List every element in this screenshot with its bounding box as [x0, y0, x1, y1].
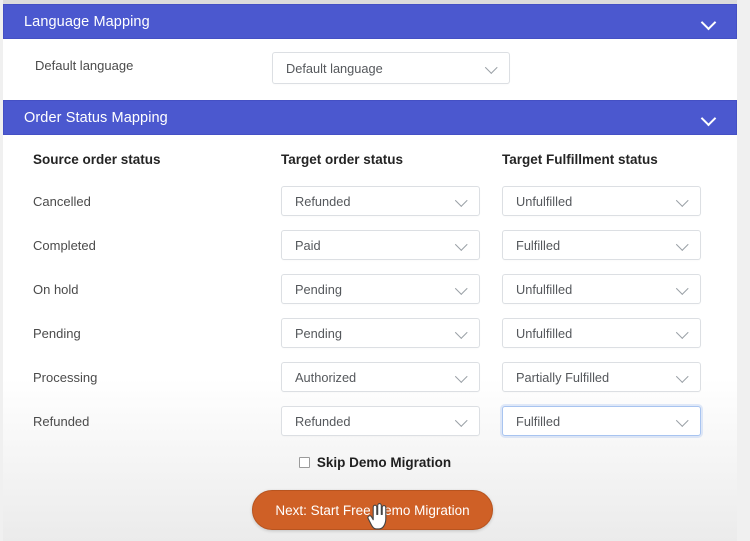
target-fulfillment-status-select-value: Unfulfilled	[516, 193, 573, 209]
target-order-status-select[interactable]: Refunded	[281, 186, 480, 216]
skip-demo-migration-label[interactable]: Skip Demo Migration	[317, 455, 451, 470]
chevron-down-icon	[455, 195, 469, 207]
target-fulfillment-status-select-value: Fulfilled	[516, 237, 561, 253]
chevron-down-icon	[676, 283, 690, 295]
skip-demo-migration-checkbox[interactable]	[298, 456, 310, 468]
chevron-down-icon[interactable]	[700, 112, 718, 124]
table-row: On hold Pending Unfulfilled	[0, 270, 750, 314]
skip-demo-migration-row: Skip Demo Migration	[0, 450, 750, 474]
next-start-free-demo-migration-button[interactable]: Next: Start Free Demo Migration	[252, 490, 493, 530]
target-order-status-select[interactable]: Pending	[281, 318, 480, 348]
chevron-down-icon	[455, 327, 469, 339]
target-order-status-select-value: Pending	[295, 281, 342, 297]
table-row: Processing Authorized Partially Fulfilled	[0, 358, 750, 402]
target-fulfillment-status-select-value: Partially Fulfilled	[516, 369, 610, 385]
default-language-select[interactable]: Default language	[272, 52, 510, 84]
table-row: Completed Paid Fulfilled	[0, 226, 750, 270]
target-order-status-select[interactable]: Pending	[281, 274, 480, 304]
default-language-row: Default language Default language	[0, 52, 750, 88]
default-language-select-value: Default language	[286, 60, 383, 76]
source-order-status-value: On hold	[33, 282, 79, 297]
chevron-down-icon	[676, 327, 690, 339]
migration-mapping-page: Language Mapping Default language Defaul…	[0, 0, 750, 541]
section-header-language-mapping[interactable]: Language Mapping	[3, 4, 737, 39]
chevron-down-icon[interactable]	[700, 16, 718, 28]
target-fulfillment-status-select-value: Unfulfilled	[516, 325, 573, 341]
section-title-order-status-mapping: Order Status Mapping	[24, 109, 168, 126]
chevron-down-icon	[455, 371, 469, 383]
source-order-status-value: Pending	[33, 326, 81, 341]
section-title-language-mapping: Language Mapping	[24, 13, 150, 30]
chevron-down-icon	[676, 371, 690, 383]
target-order-status-select-value: Pending	[295, 325, 342, 341]
table-row: Pending Pending Unfulfilled	[0, 314, 750, 358]
next-button-label: Next: Start Free Demo Migration	[275, 502, 470, 518]
target-order-status-select[interactable]: Authorized	[281, 362, 480, 392]
target-fulfillment-status-select[interactable]: Fulfilled	[502, 230, 701, 260]
chevron-down-icon	[455, 239, 469, 251]
section-header-order-status-mapping[interactable]: Order Status Mapping	[3, 100, 737, 135]
target-fulfillment-status-select[interactable]: Fulfilled	[502, 406, 701, 436]
target-fulfillment-status-select[interactable]: Partially Fulfilled	[502, 362, 701, 392]
target-fulfillment-status-select[interactable]: Unfulfilled	[502, 186, 701, 216]
source-order-status-value: Cancelled	[33, 194, 91, 209]
chevron-down-icon	[676, 239, 690, 251]
chevron-down-icon	[676, 415, 690, 427]
source-order-status-value: Completed	[33, 238, 96, 253]
target-fulfillment-status-select[interactable]: Unfulfilled	[502, 274, 701, 304]
target-order-status-select-value: Refunded	[295, 413, 351, 429]
chevron-down-icon	[485, 62, 499, 74]
chevron-down-icon	[455, 415, 469, 427]
column-header-target-fulfillment-status: Target Fulfillment status	[502, 152, 658, 167]
default-language-label: Default language	[35, 58, 134, 73]
target-fulfillment-status-select[interactable]: Unfulfilled	[502, 318, 701, 348]
target-order-status-select-value: Authorized	[295, 369, 357, 385]
target-order-status-select[interactable]: Paid	[281, 230, 480, 260]
target-fulfillment-status-select-value: Fulfilled	[516, 413, 561, 429]
chevron-down-icon	[676, 195, 690, 207]
source-order-status-value: Processing	[33, 370, 98, 385]
target-order-status-select[interactable]: Refunded	[281, 406, 480, 436]
chevron-down-icon	[455, 283, 469, 295]
column-header-target-order-status: Target order status	[281, 152, 404, 167]
target-order-status-select-value: Paid	[295, 237, 321, 253]
source-order-status-value: Refunded	[33, 414, 90, 429]
table-row: Refunded Refunded Fulfilled	[0, 402, 750, 446]
target-fulfillment-status-select-value: Unfulfilled	[516, 281, 573, 297]
table-row: Cancelled Refunded Unfulfilled	[0, 182, 750, 226]
column-header-source-order-status: Source order status	[33, 152, 161, 167]
target-order-status-select-value: Refunded	[295, 193, 351, 209]
